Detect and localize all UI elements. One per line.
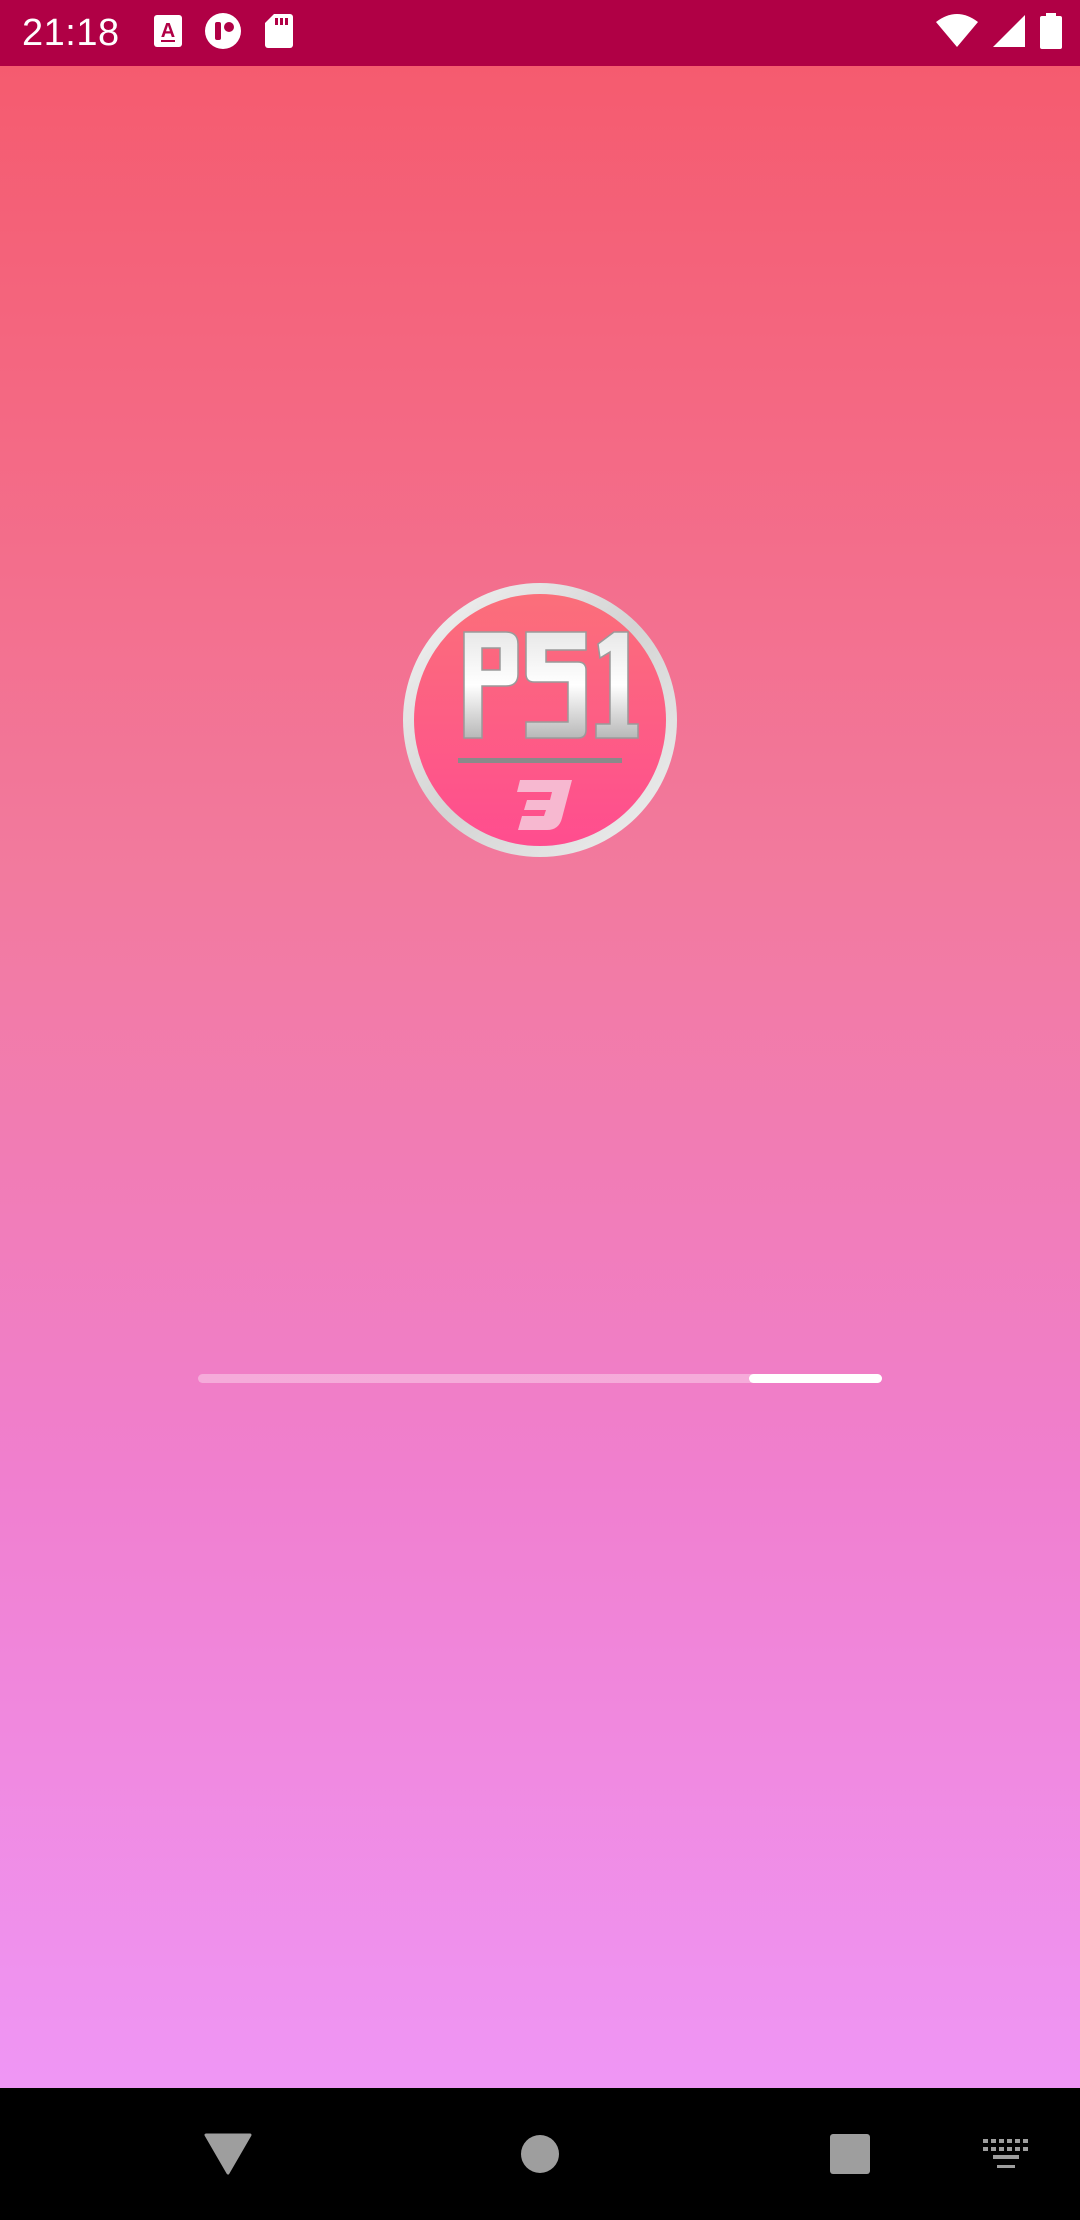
text-a-icon: A	[154, 15, 182, 51]
cell-signal-icon	[992, 14, 1026, 52]
home-icon[interactable]	[504, 2118, 576, 2190]
status-time: 21:18	[22, 12, 120, 54]
svg-text:A: A	[161, 20, 175, 42]
status-bar: 21:18 A	[0, 0, 1080, 66]
toggle-icon	[204, 12, 242, 54]
status-icons-left: A	[154, 12, 294, 54]
app-logo	[402, 582, 678, 858]
progress-indicator	[748, 1374, 882, 1383]
status-icons-right	[936, 13, 1062, 53]
recents-icon[interactable]	[814, 2118, 886, 2190]
battery-icon	[1040, 13, 1062, 53]
wifi-icon	[936, 14, 978, 52]
loading-progress-bar	[198, 1374, 882, 1383]
splash-background	[0, 66, 1080, 2088]
navigation-bar	[0, 2088, 1080, 2220]
sd-card-icon	[264, 14, 294, 52]
back-icon[interactable]	[192, 2118, 264, 2190]
keyboard-icon[interactable]	[970, 2118, 1042, 2190]
app-screen: 21:18 A	[0, 0, 1080, 2220]
